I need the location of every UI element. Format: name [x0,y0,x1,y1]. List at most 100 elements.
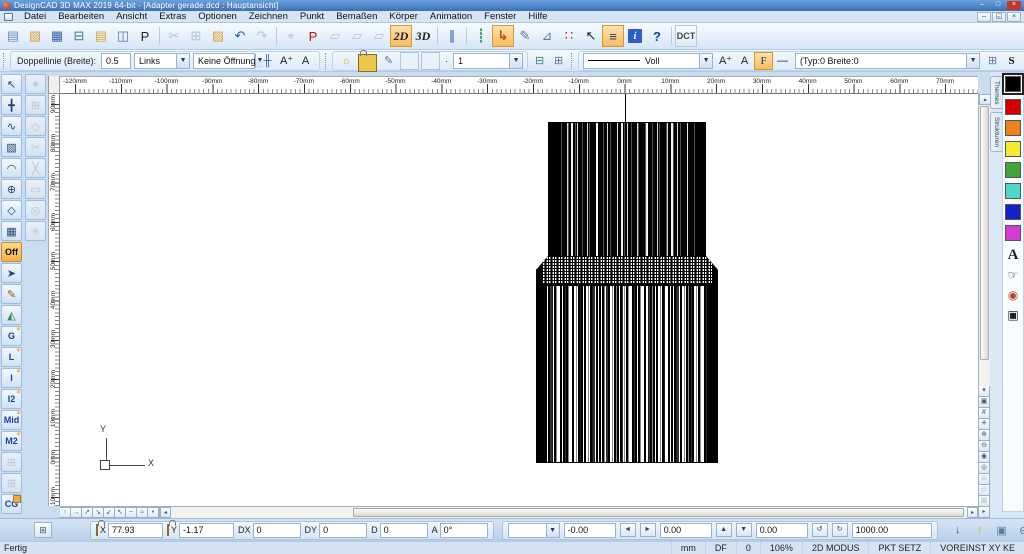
chevron-down-icon[interactable]: ▼ [966,54,979,68]
dct-button[interactable]: DCT [675,25,697,47]
coordinate-input[interactable]: 0 [319,523,367,538]
vertical-scroll-thumb[interactable] [980,106,989,360]
camera-left-button[interactable]: ◄ [620,523,636,537]
close-button[interactable]: × [1007,1,1021,10]
duplicate-tool[interactable]: ⊞ [25,95,46,115]
double-line-width-input[interactable]: 0.5 [101,53,131,69]
layer-lock-button[interactable] [358,54,377,72]
snap-grid-button[interactable]: G [1,326,22,346]
menu-item[interactable]: Punkt [294,11,330,22]
view-button-2[interactable]: → [71,507,82,518]
drawing-canvas[interactable]: Y X [60,94,978,506]
select-tool[interactable]: ↖ [1,74,22,94]
color-red[interactable] [1005,99,1021,115]
measure-tool[interactable]: ✎ [1,284,22,304]
tab-strukturen[interactable]: Strukturen [990,112,1002,152]
horizontal-scroll-thumb[interactable] [353,508,964,517]
color-blue[interactable] [1005,204,1021,220]
view-button-6[interactable]: ↖ [115,507,126,518]
snap-line-button[interactable]: L [1,347,22,367]
paste-button[interactable]: ▨ [207,25,229,47]
style-manager-button[interactable]: S [1002,52,1021,70]
layer-edit-button[interactable]: ✎ [379,52,398,70]
plane-grid-1-button[interactable]: ▱ [324,25,346,47]
snap-off-button[interactable]: Off [1,242,22,262]
print-button[interactable]: ⊟ [68,25,90,47]
open-file-button[interactable]: ▧ [24,25,46,47]
color-magenta[interactable] [1005,225,1021,241]
align-select[interactable]: Links ▼ [134,53,190,69]
mode-3d-button[interactable]: 3D [412,25,434,47]
chevron-down-icon[interactable]: ▼ [699,54,712,68]
camera-down-button[interactable]: ▼ [736,523,752,537]
color-yellow[interactable] [1005,141,1021,157]
camera-rotate-ccw-button[interactable]: ↺ [812,523,828,537]
coordinate-input[interactable]: 0 [253,523,301,538]
projector-button[interactable]: ⊞ [549,52,568,70]
palette-button[interactable]: ◉ [1004,286,1022,304]
curve-tool[interactable]: ∿ [1,116,22,136]
erase-tool[interactable]: ▭ [25,179,46,199]
layer-swatch-2[interactable] [421,52,440,70]
chevron-down-icon[interactable]: ▼ [176,54,189,68]
snap-gravity-button[interactable]: CG [1,494,22,514]
menu-item[interactable]: Animation [424,11,478,22]
layer-select[interactable]: 1 ▼ [453,53,523,69]
info-button[interactable]: i [628,29,642,43]
coord-axis-button[interactable]: ↳ [492,25,514,47]
box-tool[interactable]: ▧ [1,137,22,157]
toolbar-drag-handle[interactable] [325,53,329,69]
hatch-pattern-tool[interactable]: ▦ [1,221,22,241]
snap-midpoint2-button[interactable]: M2 [1,431,22,451]
plane-grid-3-button[interactable]: ▱ [368,25,390,47]
select-points-button[interactable]: ∷ [558,25,580,47]
view-scale-input[interactable]: 1000.00 [852,523,932,538]
zoom-out-view-button[interactable]: ⊖ [1015,522,1024,538]
view-button-1[interactable]: ↑ [60,507,71,518]
arc-tool[interactable]: ◠ [1,158,22,178]
select-cursor-tool[interactable]: ➤ [1,263,22,283]
view-button-4[interactable]: ↘ [93,507,104,518]
paper-space-button[interactable]: P [134,25,156,47]
lock-icon[interactable] [96,525,98,535]
break-tool[interactable]: ╳ [25,158,46,178]
menu-item[interactable]: Fenster [478,11,522,22]
status-cell[interactable]: mm [671,542,705,554]
menu-item[interactable]: Körper [383,11,424,22]
print-preview-button[interactable]: ◫ [112,25,134,47]
point-file-button[interactable]: P [302,25,324,47]
rotate-y-input[interactable]: 0.00 [660,523,712,538]
text-style-button[interactable]: A [296,52,315,70]
point-mode-button[interactable]: ⊞ [34,522,52,538]
zoom-extents-button[interactable]: ◎ [978,463,990,474]
draw-pen-button[interactable]: ✎ [514,25,536,47]
toolbar-drag-handle[interactable] [571,53,575,69]
cut-button[interactable]: ✂ [163,25,185,47]
context-help-button[interactable]: ? [646,25,668,47]
strip-color-box-button[interactable]: ▣ [978,397,990,408]
prev-view-button[interactable]: ⊟ [978,485,990,496]
mdi-document-icon[interactable] [4,13,13,21]
parallel-mode-button[interactable]: ∥ [441,25,463,47]
opening-select[interactable]: Keine Öffnung ▼ [193,53,255,69]
line-width-button[interactable]: — [773,52,792,70]
pan-down-button[interactable]: ↓ [949,522,967,538]
menu-item[interactable]: Ansicht [110,11,153,22]
pan-up-button[interactable]: ↑ [971,522,989,538]
zoom-out-button[interactable]: ⊖ [978,441,990,452]
view-button-8[interactable]: ≈ [137,507,148,518]
mode-2d-button[interactable]: 2D [390,25,412,47]
line-style-select[interactable]: Voll ▼ [583,53,713,69]
font-size-plus-button[interactable]: A⁺ [716,52,735,70]
font-style-button[interactable]: A [735,52,754,70]
text-attrib-button[interactable]: A [1004,246,1022,264]
select-polygon-button[interactable]: ⊿ [536,25,558,47]
save-button[interactable]: ▦ [46,25,68,47]
rotate-x-input[interactable]: -0.00 [564,523,616,538]
print-layer-button[interactable]: ⊟ [530,52,549,70]
camera-rotate-cw-button[interactable]: ↻ [832,523,848,537]
line-panel-button[interactable]: ≡ [602,25,624,47]
menu-item[interactable]: Hilfe [522,11,553,22]
layer-swatch-1[interactable] [400,52,419,70]
camera-up-button[interactable]: ▲ [716,523,732,537]
